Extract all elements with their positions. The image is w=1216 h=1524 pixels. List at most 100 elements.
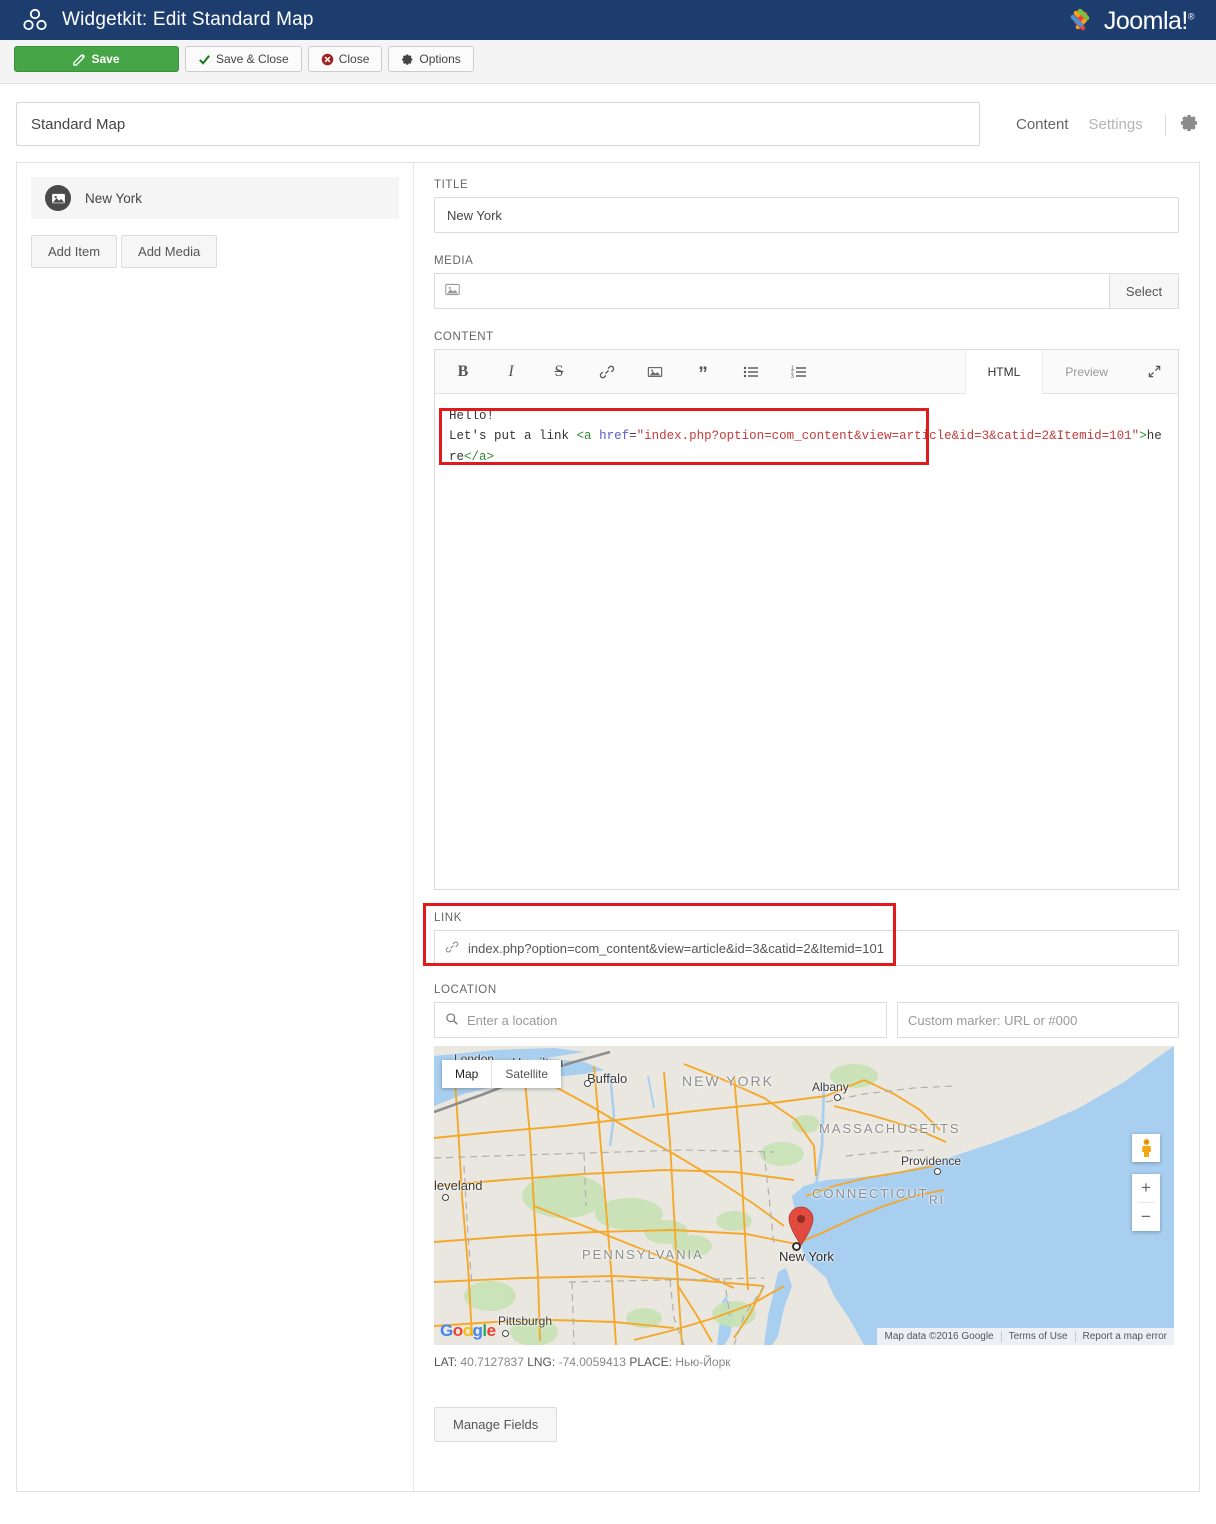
map-label: CONNECTICUT (812, 1186, 929, 1201)
options-button-label: Options (419, 52, 461, 66)
list-item-label: New York (85, 190, 143, 206)
svg-text:3: 3 (791, 373, 794, 379)
gear-icon[interactable] (1178, 112, 1200, 137)
expand-icon[interactable] (1130, 350, 1178, 393)
pegman-icon[interactable] (1132, 1134, 1160, 1162)
quote-icon[interactable]: ” (679, 350, 727, 393)
manage-fields-button[interactable]: Manage Fields (434, 1407, 558, 1442)
joomla-wordmark: Joomla! (1103, 6, 1189, 35)
city-dot (934, 1168, 941, 1175)
joomla-mark-icon (1070, 8, 1090, 31)
lng-value: -74.0059413 (558, 1355, 626, 1369)
map-preview[interactable]: LondonHamiltonBuffaloNEW YORKAlbanyMASSA… (434, 1046, 1174, 1345)
media-input[interactable] (434, 273, 1109, 309)
city-dot (442, 1194, 449, 1201)
content-editor: B I S ” 123 HTML Preview Hello! Let's pu… (434, 349, 1179, 890)
close-button[interactable]: Close (307, 46, 383, 72)
code-tag-open: <a (576, 429, 592, 444)
map-type-switcher: Map Satellite (442, 1060, 562, 1088)
map-pin-icon[interactable] (787, 1206, 815, 1249)
joomla-trademark: ® (1187, 11, 1195, 22)
field-content: CONTENT B I S ” 1 2 3 HTML Preview Hello… (434, 331, 1179, 890)
map-label: Pittsburgh (498, 1314, 553, 1328)
code-attr-value: "index.php?option=com_content&view=artic… (636, 429, 1140, 444)
lat-label: LAT: (434, 1355, 458, 1369)
unordered-list-icon[interactable] (727, 350, 775, 393)
code-attr-name: href (599, 429, 630, 444)
map-type-map[interactable]: Map (442, 1060, 491, 1088)
tab-content[interactable]: Content (1006, 116, 1079, 133)
item-form: TITLE MEDIA Select CONTENT (414, 163, 1199, 1491)
zoom-out-button[interactable]: − (1132, 1203, 1160, 1231)
tab-html[interactable]: HTML (964, 350, 1043, 394)
save-button-label: Save (91, 52, 120, 66)
action-toolbar: Save Save & Close Close Options (0, 40, 1216, 84)
joomla-logo: Joomla!® (1064, 4, 1195, 38)
image-icon (445, 282, 460, 300)
map-data-attribution: Map data ©2016 Google (884, 1331, 994, 1342)
report-map-error-link[interactable]: Report a map error (1074, 1331, 1174, 1342)
close-button-label: Close (338, 52, 370, 66)
map-label: Buffalo (587, 1071, 628, 1086)
field-media: MEDIA Select (434, 255, 1179, 309)
widget-title-input[interactable] (16, 102, 980, 146)
media-field-label: MEDIA (434, 255, 474, 267)
title-row: Content Settings (0, 84, 1216, 146)
code-line-2-prefix: Let's put a link (449, 429, 577, 444)
field-location: LOCATION Enter a location Custom marker:… (434, 984, 1179, 1442)
link-value: index.php?option=com_content&view=articl… (468, 940, 884, 956)
image-icon[interactable] (631, 350, 679, 393)
map-label: MASSACHUSETTS (819, 1121, 961, 1136)
coordinates-readout: LAT: 40.7127837 LNG: -74.0059413 PLACE: … (434, 1355, 1179, 1369)
italic-icon[interactable]: I (487, 350, 535, 393)
editor-toolbar: B I S ” 123 HTML Preview (435, 350, 1178, 394)
app-header: Widgetkit: Edit Standard Map Joomla!® (0, 0, 1216, 40)
link-field-label: LINK (434, 912, 462, 924)
html-code-editor[interactable]: Hello! Let's put a link <a href="index.p… (435, 394, 1178, 889)
save-and-close-button[interactable]: Save & Close (185, 46, 302, 72)
save-and-close-label: Save & Close (216, 52, 289, 66)
title-field-label: TITLE (434, 179, 469, 191)
code-tag-close: </a> (464, 449, 495, 464)
zoom-in-button[interactable]: + (1132, 1174, 1160, 1202)
terms-of-use-link[interactable]: Terms of Use (1000, 1331, 1075, 1342)
map-type-satellite[interactable]: Satellite (492, 1060, 561, 1088)
place-label: PLACE: (629, 1355, 673, 1369)
title-input[interactable] (434, 197, 1179, 233)
zoom-controls: + − (1132, 1174, 1160, 1231)
custom-marker-input[interactable]: Custom marker: URL or #000 (897, 1002, 1179, 1038)
code-line-1: Hello! (449, 409, 495, 423)
media-select-button[interactable]: Select (1109, 273, 1179, 309)
tab-preview[interactable]: Preview (1042, 350, 1130, 393)
map-label: NEW YORK (682, 1073, 774, 1089)
custom-marker-placeholder: Custom marker: URL or #000 (908, 1012, 1078, 1028)
field-link: LINK index.php?option=com_content&view=a… (423, 903, 1179, 966)
field-title: TITLE (434, 179, 1179, 233)
tab-settings[interactable]: Settings (1079, 116, 1153, 133)
add-item-button[interactable]: Add Item (31, 235, 118, 268)
lat-value: 40.7127837 (460, 1355, 524, 1369)
map-label: PENNSYLVANIA (582, 1247, 704, 1262)
link-icon[interactable] (583, 350, 631, 393)
map-labels: LondonHamiltonBuffaloNEW YORKAlbanyMASSA… (434, 1046, 1174, 1345)
ordered-list-icon[interactable]: 123 (775, 350, 823, 393)
add-media-button[interactable]: Add Media (121, 235, 218, 268)
map-label: New York (779, 1249, 834, 1264)
map-label: RI (929, 1193, 945, 1207)
map-label: leveland (434, 1178, 483, 1193)
check-icon (198, 53, 211, 66)
link-input[interactable]: index.php?option=com_content&view=articl… (434, 930, 1179, 966)
save-pencil-icon (73, 53, 86, 66)
widgetkit-icon (22, 7, 48, 33)
location-placeholder: Enter a location (467, 1012, 558, 1028)
image-icon (45, 185, 71, 211)
strikethrough-icon[interactable]: S (535, 350, 583, 393)
close-icon (321, 53, 334, 66)
bold-icon[interactable]: B (439, 350, 487, 393)
list-item[interactable]: New York (31, 177, 399, 219)
google-logo: Google (440, 1321, 496, 1340)
save-button[interactable]: Save (14, 46, 179, 72)
city-dot (502, 1330, 509, 1337)
location-input[interactable]: Enter a location (434, 1002, 887, 1038)
options-button[interactable]: Options (388, 46, 474, 72)
